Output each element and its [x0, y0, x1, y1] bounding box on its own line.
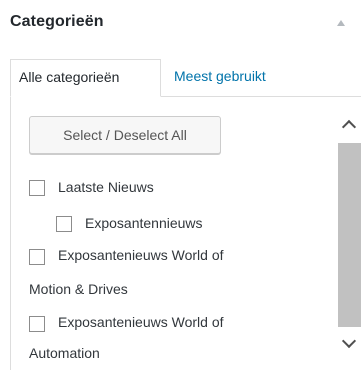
- scrollbar-thumb[interactable]: [338, 143, 361, 327]
- checkbox-exposantennieuws[interactable]: [56, 216, 72, 232]
- chevron-up-icon[interactable]: [341, 119, 357, 135]
- category-label: Exposantennieuws: [85, 215, 203, 231]
- chevron-down-icon[interactable]: [341, 333, 357, 349]
- category-label: Exposantenieuws World of: [58, 314, 224, 330]
- category-label-continuation: Motion & Drives: [29, 281, 128, 297]
- triangle-up-icon[interactable]: [337, 20, 345, 26]
- checkbox-laatste-nieuws[interactable]: [29, 180, 45, 196]
- tab-all-categories-label: Alle categorieën: [19, 69, 120, 85]
- panel-header: Categorieën: [0, 0, 361, 48]
- scrollbar[interactable]: [338, 110, 361, 368]
- category-label: Exposantenieuws World of: [58, 247, 224, 263]
- panel-title: Categorieën: [10, 13, 104, 30]
- categories-panel: Categorieën Alle categorieën Meest gebru…: [0, 0, 361, 370]
- select-deselect-all-button[interactable]: Select / Deselect All: [29, 116, 221, 154]
- checkbox-world-of-motion-drives[interactable]: [29, 249, 45, 265]
- tab-most-used[interactable]: Meest gebruikt: [174, 68, 266, 84]
- category-label-continuation: Automation: [29, 345, 100, 361]
- checkbox-world-of-automation[interactable]: [29, 316, 45, 332]
- category-label: Laatste Nieuws: [58, 179, 154, 195]
- tab-all-categories[interactable]: Alle categorieën: [10, 59, 161, 97]
